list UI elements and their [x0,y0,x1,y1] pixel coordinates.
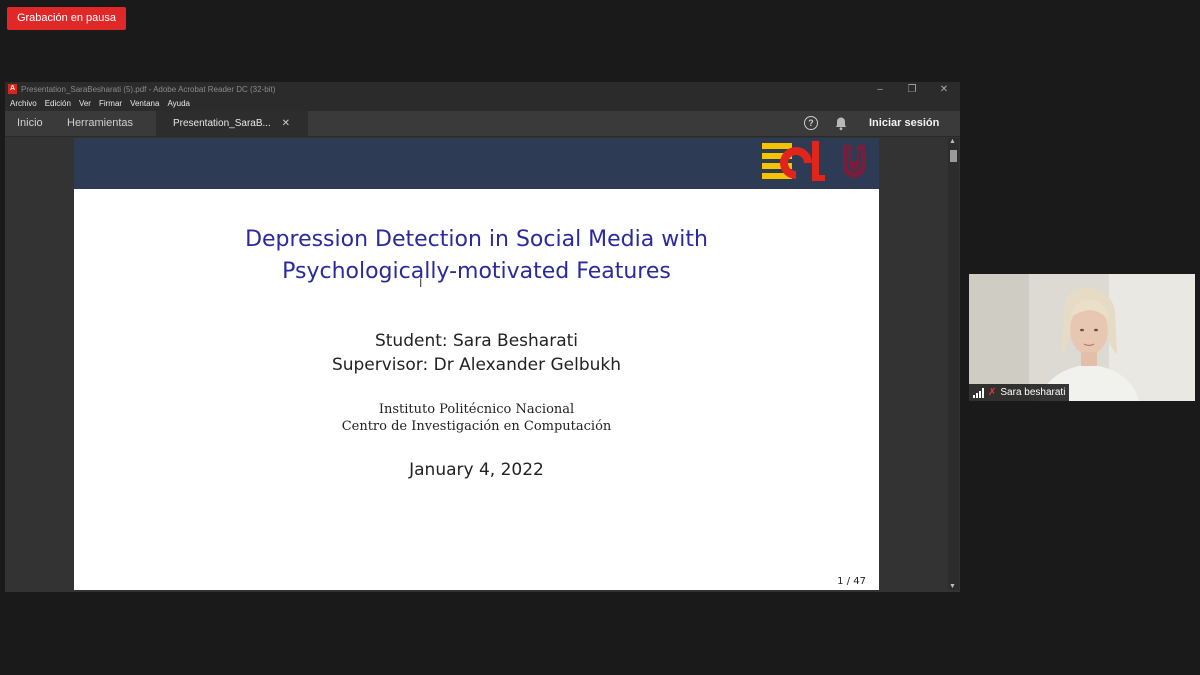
slide-title: Depression Detection in Social Media wit… [74,224,879,288]
menu-ayuda[interactable]: Ayuda [167,97,190,111]
institution-line: Instituto Politécnico Nacional [378,402,575,417]
bell-icon[interactable] [834,116,848,131]
slide-title-line-1: Depression Detection in Social Media wit… [245,227,708,252]
cic-logo-icon [762,141,825,181]
window-titlebar: A Presentation_SaraBesharati (5).pdf - A… [5,82,960,97]
window-controls: – ❐ ✕ [864,82,960,97]
menu-ventana[interactable]: Ventana [130,97,159,111]
participant-video-feed [969,274,1195,401]
supervisor-line: Supervisor: Dr Alexander Gelbukh [331,355,622,375]
close-tab-icon[interactable]: ✕ [282,118,290,129]
menu-firmar[interactable]: Firmar [99,97,122,111]
student-line: Student: Sara Besharati [374,331,579,351]
recording-paused-badge[interactable]: Grabación en pausa [7,7,126,30]
help-icon[interactable]: ? [804,116,818,130]
menu-archivo[interactable]: Archivo [10,97,37,111]
vertical-scrollbar[interactable]: ▲ ▼ [948,138,959,590]
menu-bar: Archivo Edición Ver Firmar Ventana Ayuda [5,97,960,111]
slide-authors: Student: Sara Besharati Supervisor: Dr A… [74,329,879,377]
tab-tools[interactable]: Herramientas [67,111,133,136]
center-line: Centro de Investigación en Computación [341,419,612,434]
tab-document-label: Presentation_SaraB... [173,118,271,129]
signal-strength-icon [973,387,984,398]
page-number: 1 / 47 [837,576,866,587]
participant-name: Sara besharati [1000,387,1066,398]
participant-name-tag: ✗ Sara besharati [969,384,1070,401]
minimize-button[interactable]: – [864,82,896,97]
ipn-logo-icon [843,145,865,178]
text-cursor-icon: I [419,276,423,290]
slide-institution: Instituto Politécnico Nacional Centro de… [74,401,879,435]
mic-muted-icon: ✗ [988,387,997,398]
acrobat-icon: A [8,84,17,94]
menu-ver[interactable]: Ver [79,97,91,111]
tab-document[interactable]: Presentation_SaraB... ✕ [156,111,309,136]
pdf-page: Depression Detection in Social Media wit… [74,138,879,590]
participant-video-tile[interactable]: ✗ Sara besharati [969,274,1195,401]
acrobat-window: A Presentation_SaraBesharati (5).pdf - A… [5,82,960,592]
close-window-button[interactable]: ✕ [928,82,960,97]
scroll-up-icon[interactable]: ▲ [949,138,956,145]
slide-header-bar [74,138,879,189]
sign-in-button[interactable]: Iniciar sesión [869,111,939,136]
document-viewport[interactable]: Depression Detection in Social Media wit… [5,138,960,592]
window-title: Presentation_SaraBesharati (5).pdf - Ado… [21,85,276,94]
tab-home[interactable]: Inicio [17,111,43,136]
scroll-down-icon[interactable]: ▼ [949,583,956,590]
slide-title-line-2: Psychologically-motivated Features [282,259,671,284]
slide-date: January 4, 2022 [409,460,544,480]
restore-button[interactable]: ❐ [896,82,928,97]
scrollbar-thumb[interactable] [950,150,957,162]
menu-edicion[interactable]: Edición [45,97,71,111]
tab-bar: Inicio Herramientas Presentation_SaraB..… [5,111,960,137]
